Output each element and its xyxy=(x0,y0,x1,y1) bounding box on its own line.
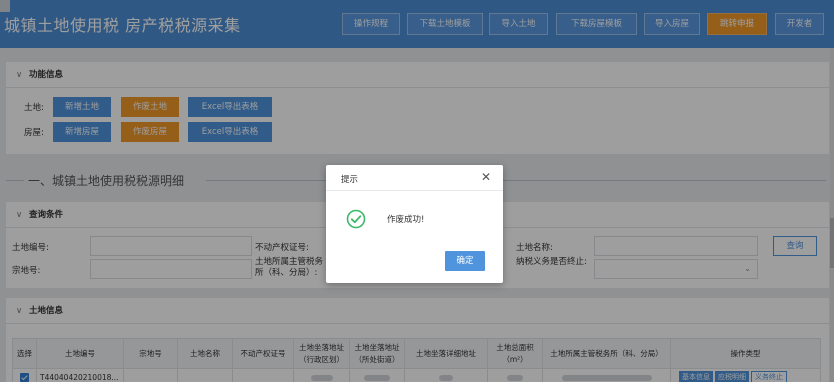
dialog-title: 提示 xyxy=(341,175,359,185)
dialog-message: 作废成功! xyxy=(387,215,425,225)
confirm-button[interactable]: 确定 xyxy=(445,251,485,271)
dialog-header: 提示 ✕ xyxy=(326,165,503,191)
close-icon[interactable]: ✕ xyxy=(481,170,491,184)
check-circle-icon xyxy=(346,209,366,229)
success-dialog: 提示 ✕ 作废成功! 确定 xyxy=(326,165,503,283)
